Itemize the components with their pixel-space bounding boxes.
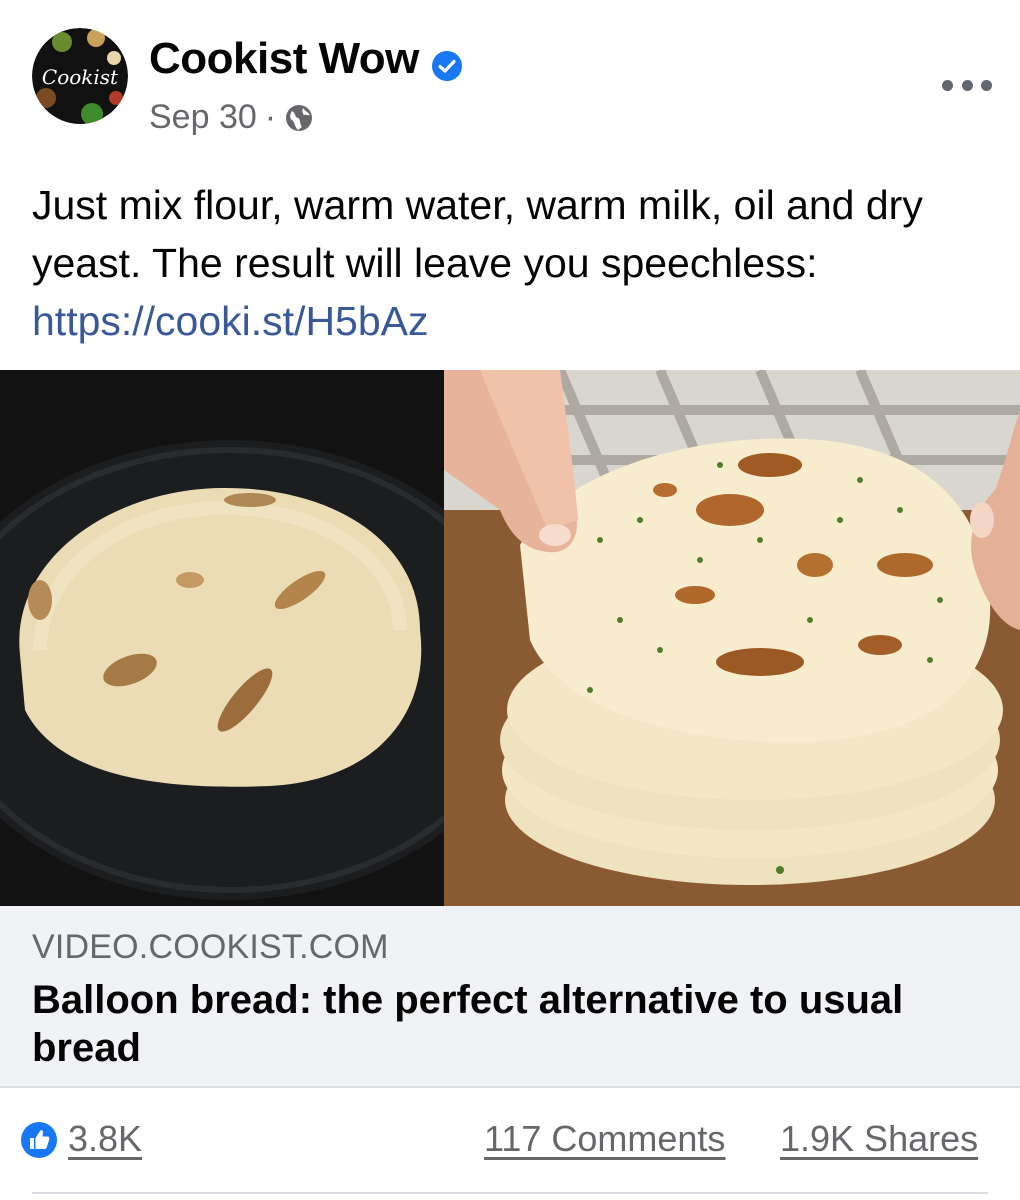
reaction-count[interactable]: 3.8K — [68, 1118, 142, 1160]
like-thumb-icon — [20, 1121, 58, 1159]
more-options-icon[interactable] — [942, 70, 992, 100]
page-avatar[interactable]: Cookist — [32, 28, 128, 124]
post-date[interactable]: Sep 30 — [149, 98, 257, 137]
avatar-wordmark: Cookist — [42, 65, 119, 89]
page-name-text[interactable]: Cookist Wow — [149, 34, 419, 84]
post-header: Cookist Cookist Wow Sep 30 · — [0, 0, 1020, 160]
avatar-logo: Cookist — [32, 28, 128, 124]
post-meta: Sep 30 · — [149, 98, 314, 137]
more-dot — [981, 79, 992, 91]
verified-badge-icon — [431, 43, 463, 81]
more-dot — [942, 79, 953, 91]
post-image[interactable] — [0, 370, 1020, 906]
comments-count[interactable]: 117 Comments — [484, 1118, 725, 1160]
bread-photo-collage — [0, 370, 1020, 906]
facebook-post: Cookist Cookist Wow Sep 30 · Just mix fl… — [0, 0, 1020, 1200]
globe-icon — [284, 103, 314, 133]
top-flatbread — [520, 438, 991, 743]
link-domain: VIDEO.COOKIST.COM — [32, 928, 389, 966]
meta-separator: · — [264, 98, 277, 136]
more-dot — [961, 79, 973, 91]
page-name[interactable]: Cookist Wow — [149, 34, 463, 84]
post-message-text: Just mix flour, warm water, warm milk, o… — [32, 182, 923, 286]
link-title[interactable]: Balloon bread: the perfect alternative t… — [32, 976, 972, 1072]
post-message-link[interactable]: https://cooki.st/H5bAz — [32, 298, 429, 344]
post-message: Just mix flour, warm water, warm milk, o… — [32, 176, 982, 350]
post-footer: 3.8K 117 Comments 1.9K Shares — [0, 1088, 1020, 1200]
shares-count[interactable]: 1.9K Shares — [780, 1118, 978, 1160]
link-preview-card[interactable]: VIDEO.COOKIST.COM Balloon bread: the per… — [0, 906, 1020, 1088]
footer-divider — [32, 1192, 988, 1194]
